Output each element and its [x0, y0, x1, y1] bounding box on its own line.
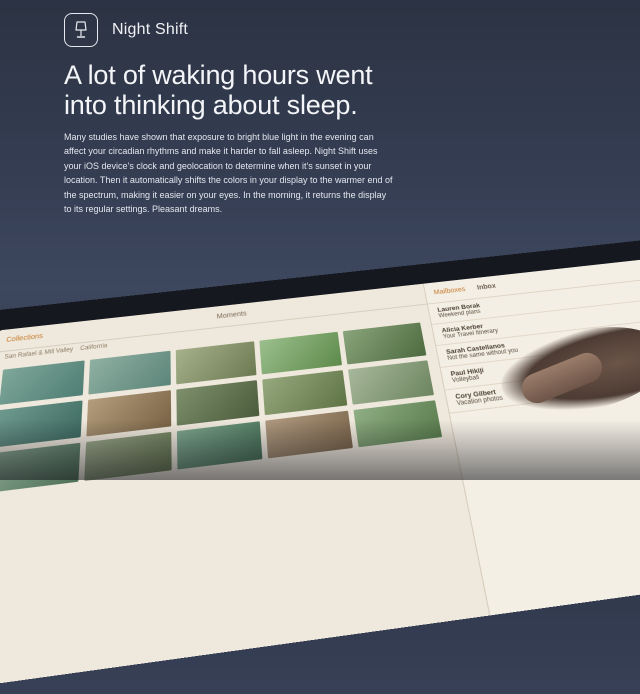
photo-thumbnail[interactable] [88, 350, 171, 395]
photos-pane: Collections Moments San Rafael & Mill Va… [0, 283, 490, 690]
headline-line-2: into thinking about sleep. [64, 90, 358, 120]
photos-subtitle-right: California [79, 343, 108, 353]
mail-title: Inbox [476, 282, 497, 291]
body-copy: Many studies have shown that exposure to… [64, 132, 393, 215]
feature-title: Night Shift [112, 21, 189, 38]
photo-thumbnail[interactable] [175, 341, 258, 385]
photo-thumbnail[interactable] [175, 380, 260, 426]
mailboxes-back-button[interactable]: Mailboxes [433, 286, 466, 296]
feature-header: Night Shift [64, 13, 188, 47]
photo-thumbnail[interactable] [259, 331, 343, 375]
ipad-scene: Collections Moments San Rafael & Mill Va… [0, 235, 640, 694]
headline: A lot of waking hours went into thinking… [64, 60, 373, 120]
photos-title: Moments [216, 310, 247, 320]
bottom-shadow [0, 420, 640, 480]
photo-thumbnail[interactable] [348, 360, 435, 405]
photos-back-button[interactable]: Collections [6, 333, 43, 344]
photo-thumbnail[interactable] [262, 370, 348, 416]
lamp-icon [64, 13, 98, 47]
photo-thumbnail[interactable] [343, 322, 427, 365]
photo-thumbnail[interactable] [0, 360, 85, 405]
headline-line-1: A lot of waking hours went [64, 60, 373, 90]
